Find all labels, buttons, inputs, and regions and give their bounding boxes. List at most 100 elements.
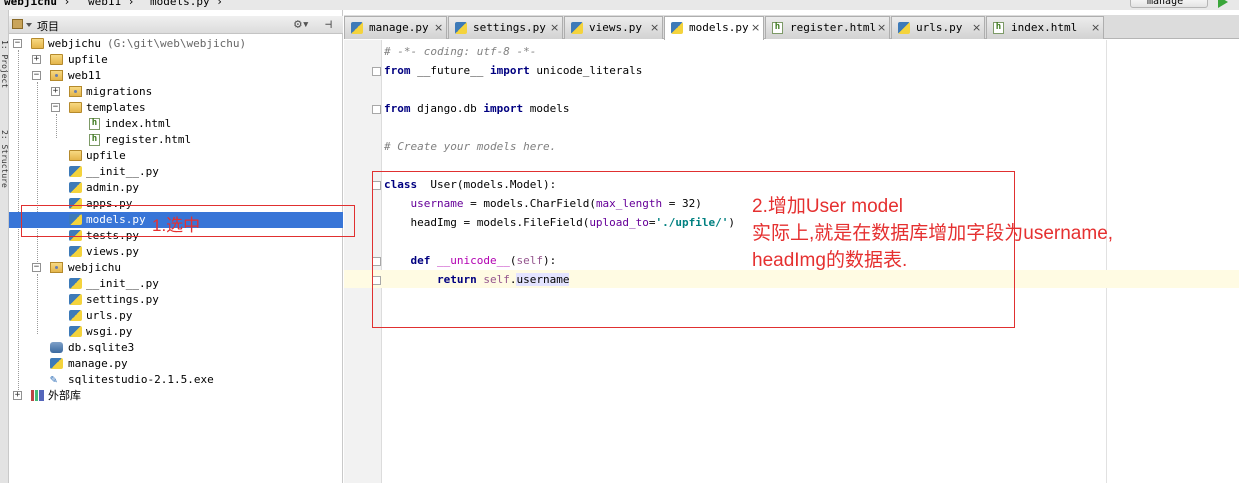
tree-item-label: index.html (105, 117, 172, 130)
html-file-icon: h (89, 118, 100, 130)
right-margin-guide (1106, 40, 1107, 483)
tree-item-init-py[interactable]: __init__.py (9, 164, 343, 180)
run-config-select[interactable]: manage (1130, 0, 1208, 8)
folder-icon (31, 38, 44, 49)
chevron-down-icon[interactable] (26, 23, 32, 27)
tree-item-wsgi-py[interactable]: wsgi.py (9, 324, 343, 340)
python-file-icon (671, 22, 683, 34)
annotation-model-line1: 2.增加User model (752, 196, 903, 217)
package-icon (50, 70, 63, 81)
annotation-select-note: 1.选中 (152, 216, 201, 235)
python-file-icon (455, 22, 467, 34)
package-icon (69, 86, 82, 97)
package-icon (50, 262, 63, 273)
project-panel-header: 项目 ⚙▾ ⊣ (9, 16, 343, 34)
tree-item-upfile-sub[interactable]: upfile (9, 148, 343, 164)
project-panel-title[interactable]: 项目 (37, 18, 59, 34)
code-line: # -*- coding: utf-8 -*- (384, 45, 537, 58)
tree-item-label: upfile (68, 53, 108, 66)
annotation-model-box (372, 171, 1015, 328)
tab-models-py[interactable]: models.py × (664, 16, 764, 40)
collapse-icon[interactable]: − (32, 71, 41, 80)
tab-settings-py[interactable]: settings.py × (448, 16, 563, 39)
code-line: from __future__ import unicode_literals (384, 64, 643, 77)
project-tool-button[interactable]: 1: Project (0, 40, 9, 88)
close-icon[interactable]: × (1091, 17, 1100, 39)
feather-icon: ✎ (50, 372, 58, 386)
tree-item-label: sqlitestudio-2.1.5.exe (68, 373, 214, 386)
tab-views-py[interactable]: views.py × (564, 16, 663, 39)
folder-icon (69, 102, 82, 113)
python-file-icon (69, 278, 82, 289)
tree-item-webjichu-root[interactable]: − webjichu (G:\git\web\webjichu) (9, 36, 343, 52)
tree-item-label: register.html (105, 133, 192, 146)
tree-item-db-sqlite3[interactable]: db.sqlite3 (9, 340, 343, 356)
breadcrumb-file[interactable]: models.py › (150, 0, 223, 8)
html-file-icon: h (993, 22, 1004, 34)
tree-item-label: webjichu (48, 37, 101, 50)
close-icon[interactable]: × (751, 17, 760, 39)
folder-icon (69, 150, 82, 161)
python-file-icon (351, 22, 363, 34)
tab-register-html[interactable]: h register.html × (765, 16, 890, 39)
tab-index-html[interactable]: h index.html × (986, 16, 1104, 39)
database-file-icon (50, 342, 63, 353)
tree-item-label: migrations (86, 85, 153, 98)
collapse-icon[interactable]: − (32, 263, 41, 272)
tree-item-external-libraries[interactable]: + 外部库 (9, 388, 343, 404)
run-icon[interactable] (1218, 0, 1228, 8)
python-file-icon (69, 310, 82, 321)
close-icon[interactable]: × (550, 17, 559, 39)
tree-item-urls-py[interactable]: urls.py (9, 308, 343, 324)
tree-item-label: urls.py (86, 309, 133, 322)
python-file-icon (69, 246, 82, 257)
project-icon (12, 19, 23, 29)
tree-item-manage-py[interactable]: manage.py (9, 356, 343, 372)
tree-item-views-py[interactable]: views.py (9, 244, 343, 260)
tab-manage-py[interactable]: manage.py × (344, 16, 447, 39)
python-file-icon (69, 326, 82, 337)
close-icon[interactable]: × (650, 17, 659, 39)
python-file-icon (571, 22, 583, 34)
tree-item-migrations[interactable]: + migrations (9, 84, 343, 100)
tree-item-upfile[interactable]: + upfile (9, 52, 343, 68)
tree-item-label: webjichu (68, 261, 121, 274)
expand-icon[interactable]: + (32, 55, 41, 64)
expand-icon[interactable]: + (51, 87, 60, 96)
tree-item-register-html[interactable]: h register.html (9, 132, 343, 148)
annotation-model-line2: 实际上,就是在数据库增加字段为username, (752, 223, 1114, 244)
close-icon[interactable]: × (434, 17, 443, 39)
hide-panel-icon[interactable]: ⊣ (325, 17, 332, 31)
tree-item-templates[interactable]: − templates (9, 100, 343, 116)
project-panel: 项目 ⚙▾ ⊣ − webjichu (G:\git\web\webjichu)… (9, 10, 343, 483)
breadcrumb-project[interactable]: webjichu › (4, 0, 70, 8)
python-file-icon (898, 22, 910, 34)
expand-icon[interactable]: + (13, 391, 22, 400)
tree-item-label: __init__.py (86, 277, 159, 290)
navigation-bar: webjichu › web11 › models.py › manage (0, 0, 1239, 10)
tree-item-web11[interactable]: − web11 (9, 68, 343, 84)
fold-marker-icon[interactable] (372, 105, 381, 114)
tree-item-sqlitestudio-exe[interactable]: ✎ sqlitestudio-2.1.5.exe (9, 372, 343, 388)
tree-item-webjichu-pkg[interactable]: − webjichu (9, 260, 343, 276)
breadcrumb-folder[interactable]: web11 › (88, 0, 134, 8)
structure-tool-button[interactable]: 2: Structure (0, 130, 9, 188)
tree-item-label: manage.py (68, 357, 128, 370)
gear-icon[interactable]: ⚙▾ (294, 17, 310, 32)
close-icon[interactable]: × (972, 17, 981, 39)
tree-item-settings-py[interactable]: settings.py (9, 292, 343, 308)
folder-icon (50, 54, 63, 65)
fold-marker-icon[interactable] (372, 67, 381, 76)
tree-item-init-py[interactable]: __init__.py (9, 276, 343, 292)
tree-item-label: wsgi.py (86, 325, 133, 338)
python-file-icon (69, 294, 82, 305)
code-line: # Create your models here. (384, 140, 557, 153)
collapse-icon[interactable]: − (51, 103, 60, 112)
collapse-icon[interactable]: − (13, 39, 22, 48)
tree-item-index-html[interactable]: h index.html (9, 116, 343, 132)
tree-item-admin-py[interactable]: admin.py (9, 180, 343, 196)
tree-item-label: db.sqlite3 (68, 341, 135, 354)
close-icon[interactable]: × (877, 17, 886, 39)
html-file-icon: h (772, 22, 783, 34)
tab-urls-py[interactable]: urls.py × (891, 16, 985, 39)
